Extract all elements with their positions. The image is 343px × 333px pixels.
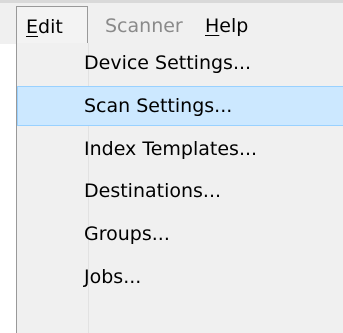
edit-menu-dropdown: Device Settings... Scan Settings... Inde… [16,43,343,333]
menu-edit-mnemonic: E [26,16,39,38]
menu-item-device-settings[interactable]: Device Settings... [17,43,343,83]
menu-scanner-label: Scanner [105,15,183,37]
menu-item-label: Destinations... [84,180,222,202]
menu-item-label: Device Settings... [84,52,252,74]
menu-item-label: Groups... [84,223,170,245]
menu-help-mnemonic: H [205,15,220,37]
menu-item-label: Jobs... [84,266,142,288]
menu-item-groups[interactable]: Groups... [17,214,343,254]
menu-help[interactable]: Help [205,6,248,44]
menu-item-destinations[interactable]: Destinations... [17,171,343,211]
menu-bar: Edit Scanner Help [0,0,343,44]
menu-help-label: elp [219,15,249,37]
menu-bar-top-border [0,0,343,3]
menu-item-jobs[interactable]: Jobs... [17,257,343,297]
menu-item-index-templates[interactable]: Index Templates... [17,129,343,169]
menu-edit-label: dit [38,16,63,38]
menu-item-label: Index Templates... [84,138,258,160]
menu-scanner[interactable]: Scanner [105,6,183,44]
menu-item-label: Scan Settings... [84,95,233,117]
menu-item-scan-settings[interactable]: Scan Settings... [17,86,343,126]
menu-edit[interactable]: Edit [16,6,88,44]
